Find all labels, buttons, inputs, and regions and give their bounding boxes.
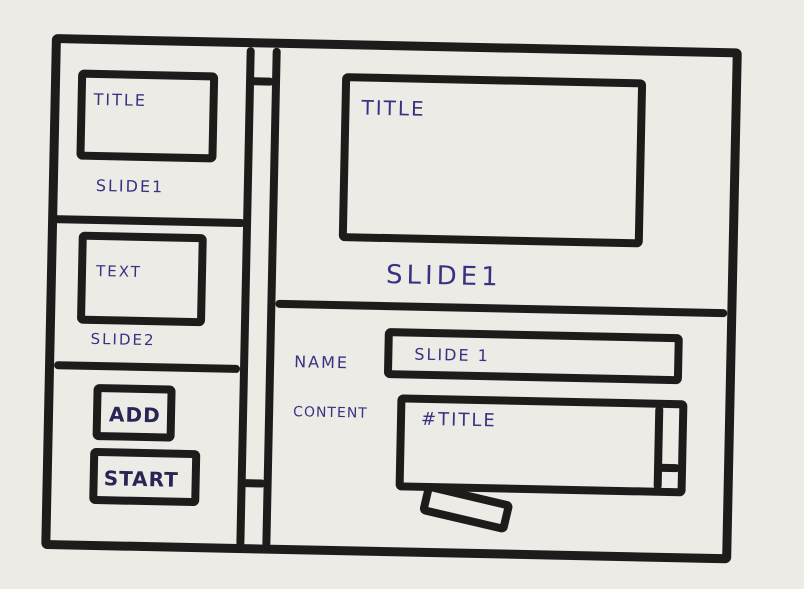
slide-thumb-text: TEXT [95, 261, 143, 281]
preview-editor-divider [275, 299, 728, 318]
slide-thumb-text: TITLE [93, 89, 148, 111]
slide-label: SLIDE1 [95, 175, 165, 197]
name-input-value: SLIDE 1 [414, 344, 491, 366]
preview-title: TITLE [361, 95, 426, 121]
app-window: TITLE SLIDE1 TEXT SLIDE2 ADD START TITLE… [41, 34, 742, 564]
name-input[interactable]: SLIDE 1 [383, 328, 683, 385]
start-button-label: START [103, 466, 180, 492]
slide-item[interactable]: TITLE SLIDE1 [57, 43, 247, 219]
scroll-thumb-bottom[interactable] [241, 479, 266, 488]
content-label: CONTENT [292, 404, 368, 422]
content-textarea[interactable]: #TITLE [395, 394, 688, 497]
add-button[interactable]: ADD [92, 383, 176, 442]
add-button-label: ADD [108, 402, 161, 428]
content-textarea-value: #TITLE [420, 408, 498, 432]
textarea-scrollbar[interactable] [653, 405, 664, 490]
start-button[interactable]: START [89, 447, 201, 507]
preview-caption: SLIDE1 [385, 260, 502, 293]
slide-preview-canvas: TITLE [338, 73, 647, 248]
textarea-scroll-thumb[interactable] [653, 463, 681, 473]
scroll-thumb-top[interactable] [249, 77, 275, 86]
slide-thumbnail[interactable]: TITLE [76, 69, 219, 163]
slide-label: SLIDE2 [90, 329, 156, 350]
sidebar-scrollbar-track[interactable] [262, 47, 281, 548]
name-label: NAME [293, 352, 350, 373]
slide-item[interactable]: TEXT SLIDE2 [54, 223, 243, 365]
slide-thumbnail[interactable]: TEXT [76, 231, 207, 327]
